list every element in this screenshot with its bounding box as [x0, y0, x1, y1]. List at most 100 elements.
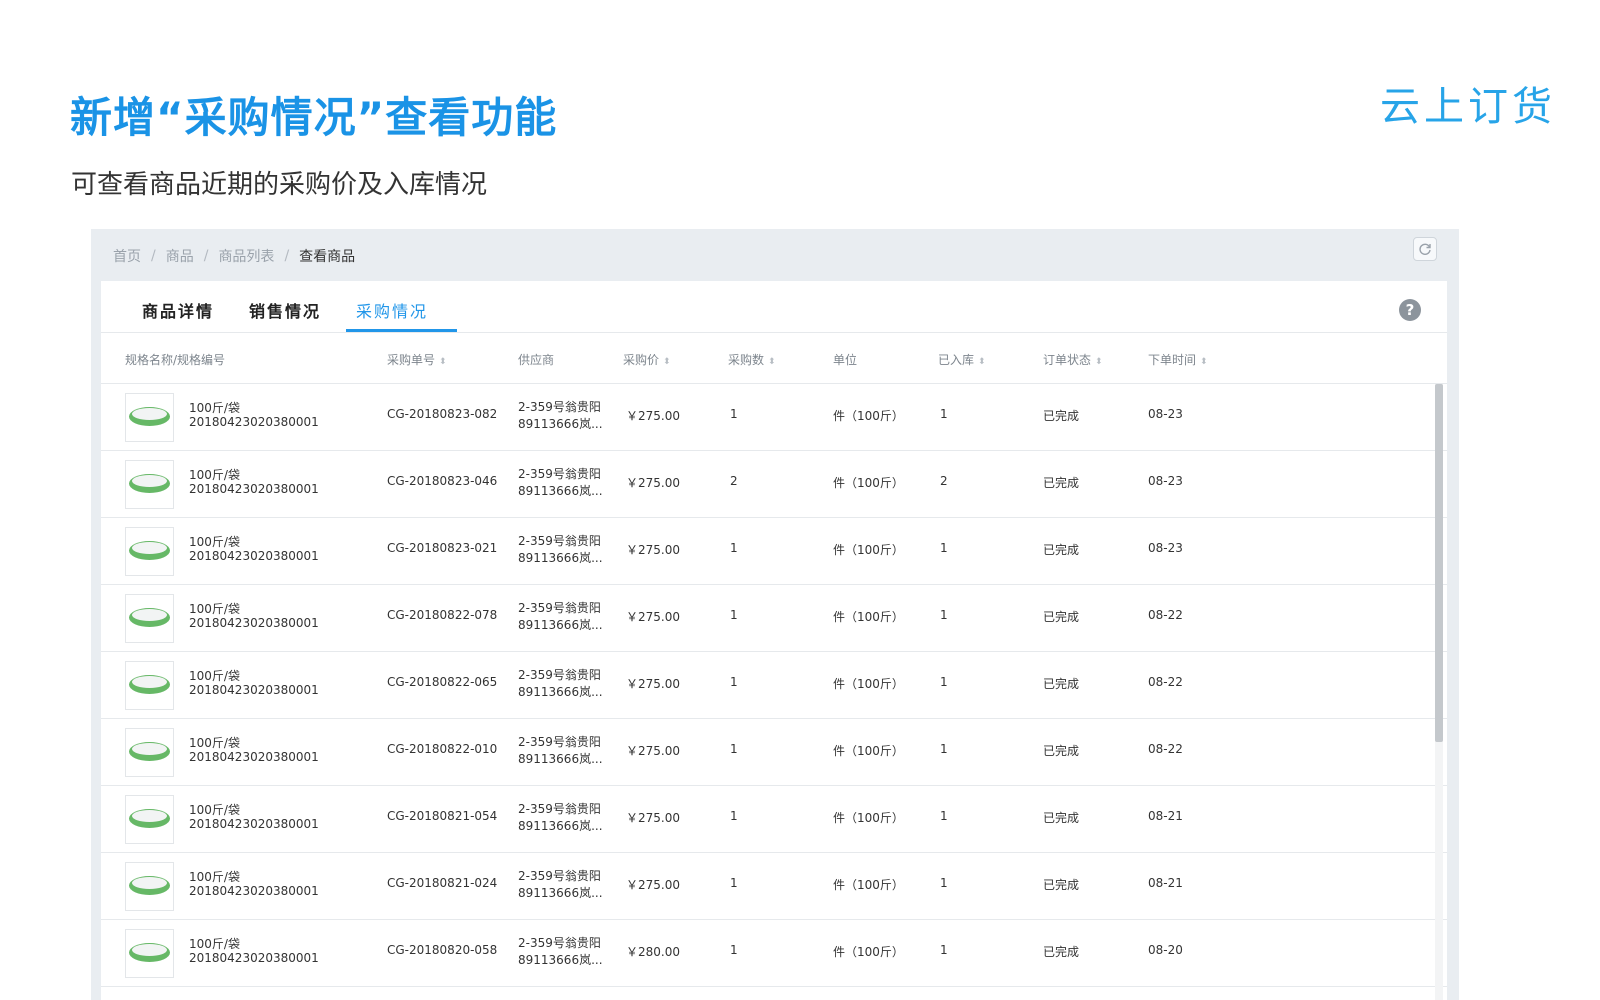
product-image-contents	[132, 408, 167, 420]
spec-code: 20180423020380001	[189, 951, 319, 965]
purchase-order-no[interactable]: CG-20180822-010	[387, 742, 497, 756]
table-row[interactable]: 100斤/袋 20180423020380001 CG-20180823-046 2-…	[101, 451, 1447, 518]
supplier-line2: 89113666岚...	[518, 618, 603, 632]
supplier-line1: 2-359号翁贵阳	[518, 467, 601, 481]
purchase-qty: 1	[730, 407, 738, 421]
purchase-order-no[interactable]: CG-20180820-058	[387, 943, 497, 957]
column-header[interactable]: 采购数 ⬍	[728, 351, 776, 368]
spec-name: 100斤/袋	[189, 535, 240, 549]
purchase-order-no[interactable]: CG-20180821-024	[387, 876, 497, 890]
order-date: 08-23	[1148, 541, 1183, 555]
supplier-line1: 2-359号翁贵阳	[518, 735, 601, 749]
tab-product-details[interactable]: 商品详情	[142, 298, 214, 322]
supplier-line1: 2-359号翁贵阳	[518, 534, 601, 548]
column-header[interactable]: 采购单号 ⬍	[387, 351, 447, 368]
table-row[interactable]: 100斤/袋 20180423020380001 CG-20180821-024 2-…	[101, 853, 1447, 920]
purchase-order-no[interactable]: CG-20180823-082	[387, 407, 497, 421]
product-image-contents	[132, 877, 167, 889]
breadcrumb-home[interactable]: 首页	[113, 246, 141, 266]
purchase-order-no[interactable]: CG-20180822-065	[387, 675, 497, 689]
sort-icon[interactable]: ⬍	[663, 357, 671, 367]
column-header[interactable]: 已入库 ⬍	[938, 351, 986, 368]
supplier-line1: 2-359号翁贵阳	[518, 802, 601, 816]
order-status: 已完成	[1043, 744, 1080, 758]
table-row[interactable]: 100斤/袋 20180423020380001 CG-20180822-065 2-…	[101, 652, 1447, 719]
purchase-price: ￥275.00	[626, 677, 680, 691]
column-header[interactable]: 下单时间 ⬍	[1148, 351, 1208, 368]
breadcrumb-separator: /	[203, 248, 209, 264]
sort-icon[interactable]: ⬍	[768, 357, 776, 367]
purchase-order-no[interactable]: CG-20180822-078	[387, 608, 497, 622]
table-row[interactable]: 100斤/袋 20180423020380001 CG-20180823-021 2-…	[101, 518, 1447, 585]
purchase-price: ￥280.00	[626, 945, 680, 959]
column-header-label: 供应商	[518, 353, 555, 367]
breadcrumb-goods-list[interactable]: 商品列表	[218, 246, 274, 266]
scrollbar-thumb[interactable]	[1435, 384, 1443, 742]
help-icon[interactable]: ?	[1399, 299, 1421, 321]
product-thumbnail[interactable]	[125, 661, 174, 710]
spec-name: 100斤/袋	[189, 468, 240, 482]
column-header-label: 下单时间	[1148, 353, 1197, 367]
stocked-qty: 1	[940, 742, 948, 756]
product-thumbnail[interactable]	[125, 460, 174, 509]
product-thumbnail[interactable]	[125, 527, 174, 576]
product-thumbnail[interactable]	[125, 929, 174, 978]
tab-purchases[interactable]: 采购情况	[356, 298, 428, 322]
spec-name: 100斤/袋	[189, 401, 240, 415]
column-header-label: 采购单号	[387, 353, 436, 367]
purchase-price: ￥275.00	[626, 476, 680, 490]
product-image-contents	[132, 676, 167, 688]
purchase-qty: 1	[730, 675, 738, 689]
product-thumbnail[interactable]	[125, 594, 174, 643]
order-date: 08-23	[1148, 407, 1183, 421]
purchase-price: ￥275.00	[626, 878, 680, 892]
sort-icon[interactable]: ⬍	[1200, 357, 1208, 367]
spec-name: 100斤/袋	[189, 669, 240, 683]
table-row[interactable]: 100斤/袋 20180423020380001 CG-20180821-054 2-…	[101, 786, 1447, 853]
purchase-order-no[interactable]: CG-20180823-021	[387, 541, 497, 555]
product-thumbnail[interactable]	[125, 728, 174, 777]
sort-icon[interactable]: ⬍	[1095, 357, 1103, 367]
table-row[interactable]: 100斤/袋 20180423020380001 CG-20180822-010 2-…	[101, 719, 1447, 786]
product-image-contents	[132, 743, 167, 755]
table-row[interactable]: 100斤/袋 20180423020380001 CG-20180823-082 2-…	[101, 384, 1447, 451]
brand-logo: 云上订货	[1380, 84, 1556, 130]
column-header: 供应商	[518, 351, 554, 368]
product-thumbnail[interactable]	[125, 862, 174, 911]
supplier-line2: 89113666岚...	[518, 417, 603, 431]
refresh-icon[interactable]	[1413, 237, 1437, 261]
purchase-order-no[interactable]: CG-20180821-054	[387, 809, 497, 823]
product-image-contents	[132, 609, 167, 621]
purchase-qty: 2	[730, 474, 738, 488]
supplier-line2: 89113666岚...	[518, 819, 603, 833]
column-header[interactable]: 订单状态 ⬍	[1043, 351, 1103, 368]
table-row[interactable]: 100斤/袋 20180423020380001 CG-20180822-078 2-…	[101, 585, 1447, 652]
product-thumbnail[interactable]	[125, 393, 174, 442]
column-header[interactable]: 采购价 ⬍	[623, 351, 671, 368]
page-title: 新增“采购情况”查看功能	[70, 93, 558, 142]
scrollbar[interactable]	[1435, 384, 1443, 1000]
order-status: 已完成	[1043, 543, 1080, 557]
product-thumbnail[interactable]	[125, 795, 174, 844]
table-header: 规格名称/规格编号 采购单号 ⬍ 供应商 采购价 ⬍ 采购数 ⬍ 单位 已入库 ⬍ 订单状态 ⬍ 下单时间…	[101, 333, 1447, 384]
purchase-order-no[interactable]: CG-20180823-046	[387, 474, 497, 488]
stocked-qty: 1	[940, 943, 948, 957]
purchase-price: ￥275.00	[626, 610, 680, 624]
sort-icon[interactable]: ⬍	[978, 357, 986, 367]
column-header-label: 订单状态	[1043, 353, 1092, 367]
sort-icon[interactable]: ⬍	[439, 357, 447, 367]
breadcrumb-goods[interactable]: 商品	[166, 246, 194, 266]
column-header-label: 单位	[833, 353, 858, 367]
supplier-line1: 2-359号翁贵阳	[518, 869, 601, 883]
unit: 件（100斤）	[833, 409, 904, 423]
supplier-line1: 2-359号翁贵阳	[518, 400, 601, 414]
order-status: 已完成	[1043, 945, 1080, 959]
unit: 件（100斤）	[833, 610, 904, 624]
order-status: 已完成	[1043, 409, 1080, 423]
content-panel: 商品详情 销售情况 采购情况 ? 规格名称/规格编号 采购单号 ⬍ 供应商 采购价 ⬍ 采购…	[101, 281, 1447, 1000]
order-status: 已完成	[1043, 677, 1080, 691]
unit: 件（100斤）	[833, 878, 904, 892]
table-row[interactable]: 100斤/袋 20180423020380001 CG-20180820-058 2-…	[101, 920, 1447, 987]
stocked-qty: 1	[940, 608, 948, 622]
tab-sales[interactable]: 销售情况	[249, 298, 321, 322]
